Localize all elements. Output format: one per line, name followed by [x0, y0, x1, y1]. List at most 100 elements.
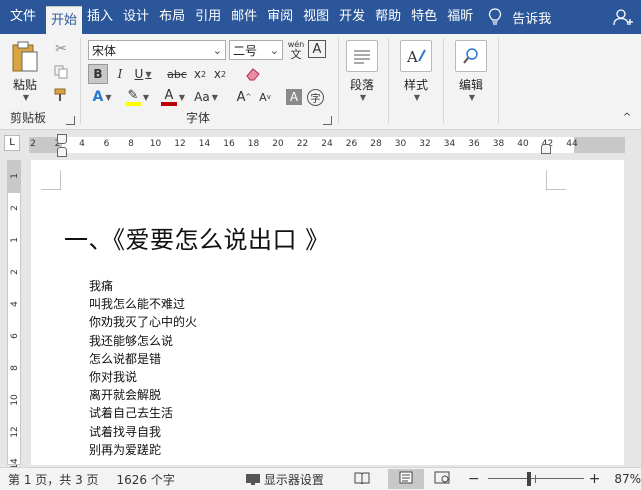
chevron-down-icon: ⌄	[269, 44, 279, 57]
zoom-level[interactable]: 87%	[614, 472, 641, 486]
tab-file[interactable]: 文件	[0, 0, 46, 34]
paste-button[interactable]: 粘贴 ▼	[10, 40, 40, 102]
tab-foxit[interactable]: 福昕	[442, 0, 478, 34]
tab-developer[interactable]: 开发	[334, 0, 370, 34]
character-shading-button[interactable]: A	[286, 89, 302, 105]
clear-formatting-button[interactable]	[243, 64, 263, 84]
document-line[interactable]: 我还能够怎么说	[89, 332, 197, 350]
tab-layout[interactable]: 布局	[154, 0, 190, 34]
document-page[interactable]: 一、《爱要怎么说出口 》 我痛 叫我怎么能不难过 你劝我灭了心中的火 我还能够怎么说怎…	[31, 160, 624, 465]
chevron-down-icon: ▼	[211, 92, 218, 102]
chevron-down-icon: ▼	[468, 93, 476, 102]
highlight-color-button[interactable]: ✎ ▼	[121, 87, 153, 107]
ruler-number: 8	[128, 139, 134, 149]
chevron-down-icon: ▼	[413, 93, 421, 102]
bold-button[interactable]: B	[88, 64, 108, 84]
tab-home[interactable]: 开始	[46, 6, 83, 34]
document-line[interactable]: 试着自己去生活	[89, 404, 197, 422]
ruler-number: 6	[103, 139, 110, 149]
document-line[interactable]: 离开就会解脱	[89, 386, 197, 404]
zoom-slider-thumb[interactable]	[526, 472, 531, 486]
font-dialog-launcher[interactable]	[323, 116, 332, 125]
change-case-button[interactable]: Aa ▼	[192, 87, 220, 107]
cut-button[interactable]: ✂	[52, 40, 70, 58]
share-button[interactable]	[613, 8, 635, 26]
tab-mailings[interactable]: 邮件	[226, 0, 262, 34]
web-layout-button[interactable]	[434, 471, 450, 487]
font-color-icon: A	[160, 89, 177, 106]
paste-clipboard-icon	[12, 41, 38, 72]
right-indent-marker[interactable]	[541, 144, 551, 154]
ruler-number: 44	[566, 139, 578, 149]
tab-references[interactable]: 引用	[190, 0, 226, 34]
font-size-combo[interactable]: 二号 ⌄	[229, 40, 283, 60]
hanging-indent-marker[interactable]	[57, 147, 67, 157]
ruler-number: 26	[345, 139, 358, 149]
character-shading-label: A	[289, 90, 299, 104]
clipboard-dialog-launcher[interactable]	[66, 116, 75, 125]
enclose-characters-icon: 字	[310, 94, 321, 105]
tab-help[interactable]: 帮助	[370, 0, 406, 34]
underline-label: U	[134, 67, 144, 81]
font-name-combo[interactable]: 宋体 ⌄	[88, 40, 226, 60]
paragraph-button[interactable]: 段落 ▼	[346, 40, 378, 102]
collapse-ribbon-button[interactable]: ^	[620, 110, 634, 124]
font-color-button[interactable]: A ▼	[157, 87, 189, 107]
book-icon	[354, 472, 370, 485]
grow-font-button[interactable]: A ^	[235, 87, 253, 107]
shrink-font-button[interactable]: Av	[256, 87, 274, 107]
document-line[interactable]: 我痛	[89, 277, 197, 295]
styles-button[interactable]: A 样式 ▼	[400, 40, 432, 102]
ruler-number: 16	[223, 139, 235, 149]
superscript-button[interactable]: x2	[211, 64, 229, 84]
tab-special[interactable]: 特色	[406, 0, 442, 34]
ruler-number: 2	[10, 205, 20, 211]
editing-label: 编辑	[458, 78, 483, 92]
tab-insert[interactable]: 插入	[82, 0, 118, 34]
strikethrough-label: abc	[167, 67, 187, 81]
tell-me-box[interactable]: 告诉我	[488, 8, 551, 27]
text-effects-button[interactable]: A ▼	[88, 87, 116, 107]
strikethrough-button[interactable]: abc	[166, 64, 188, 84]
document-line[interactable]: 怎么说都是错	[89, 350, 197, 368]
character-border-button[interactable]: A	[308, 40, 326, 58]
document-line[interactable]: 试着找寻自我	[89, 423, 197, 441]
italic-button[interactable]: I	[112, 64, 128, 84]
zoom-out-button[interactable]: −	[468, 471, 480, 487]
tab-selector-button[interactable]: L	[4, 135, 20, 151]
tab-review[interactable]: 审阅	[262, 0, 298, 34]
display-settings-button[interactable]: 显示器设置	[245, 471, 324, 488]
zoom-in-button[interactable]: +	[589, 471, 601, 487]
tab-design[interactable]: 设计	[118, 0, 154, 34]
editing-button[interactable]: 编辑 ▼	[455, 40, 487, 102]
print-layout-button[interactable]	[387, 469, 424, 489]
enclose-characters-button[interactable]: 字	[307, 89, 324, 106]
document-line[interactable]: 叫我怎么能不难过	[89, 295, 197, 313]
lightbulb-icon	[489, 8, 502, 25]
underline-button[interactable]: U ▼	[133, 64, 153, 84]
phonetic-guide-button[interactable]: wén 文	[286, 40, 306, 60]
document-heading[interactable]: 一、《爱要怎么说出口 》	[64, 220, 330, 255]
document-body[interactable]: 我痛 叫我怎么能不难过 你劝我灭了心中的火 我还能够怎么说 怎么说都是错 你对我说 离开就会…	[89, 277, 197, 459]
zoom-slider[interactable]	[487, 472, 584, 486]
styles-icon: A	[400, 40, 432, 72]
copy-button[interactable]	[52, 63, 70, 81]
styles-label: 样式	[403, 78, 428, 92]
document-line[interactable]: 别再为爱蹉跎	[89, 441, 197, 459]
chevron-down-icon: ▼	[105, 92, 112, 102]
grow-font-label: A	[236, 89, 246, 105]
horizontal-ruler[interactable]: 2246810121416182022242628303234363840424…	[29, 137, 625, 153]
web-layout-icon	[434, 471, 450, 484]
format-painter-button[interactable]	[52, 86, 70, 104]
word-count[interactable]: 1626 个字	[117, 471, 175, 488]
read-mode-button[interactable]	[354, 471, 370, 487]
document-line[interactable]: 你劝我灭了心中的火	[89, 313, 197, 331]
font-color-swatch	[160, 101, 177, 106]
subscript-button[interactable]: x2	[191, 64, 209, 84]
vertical-scrollbar[interactable]	[625, 160, 641, 465]
first-line-indent-marker[interactable]	[57, 134, 67, 144]
tab-view[interactable]: 视图	[298, 0, 334, 34]
document-line[interactable]: 你对我说	[89, 368, 197, 386]
ribbon-separator	[388, 38, 389, 124]
page-count[interactable]: 第 1 页，共 3 页	[8, 471, 99, 488]
